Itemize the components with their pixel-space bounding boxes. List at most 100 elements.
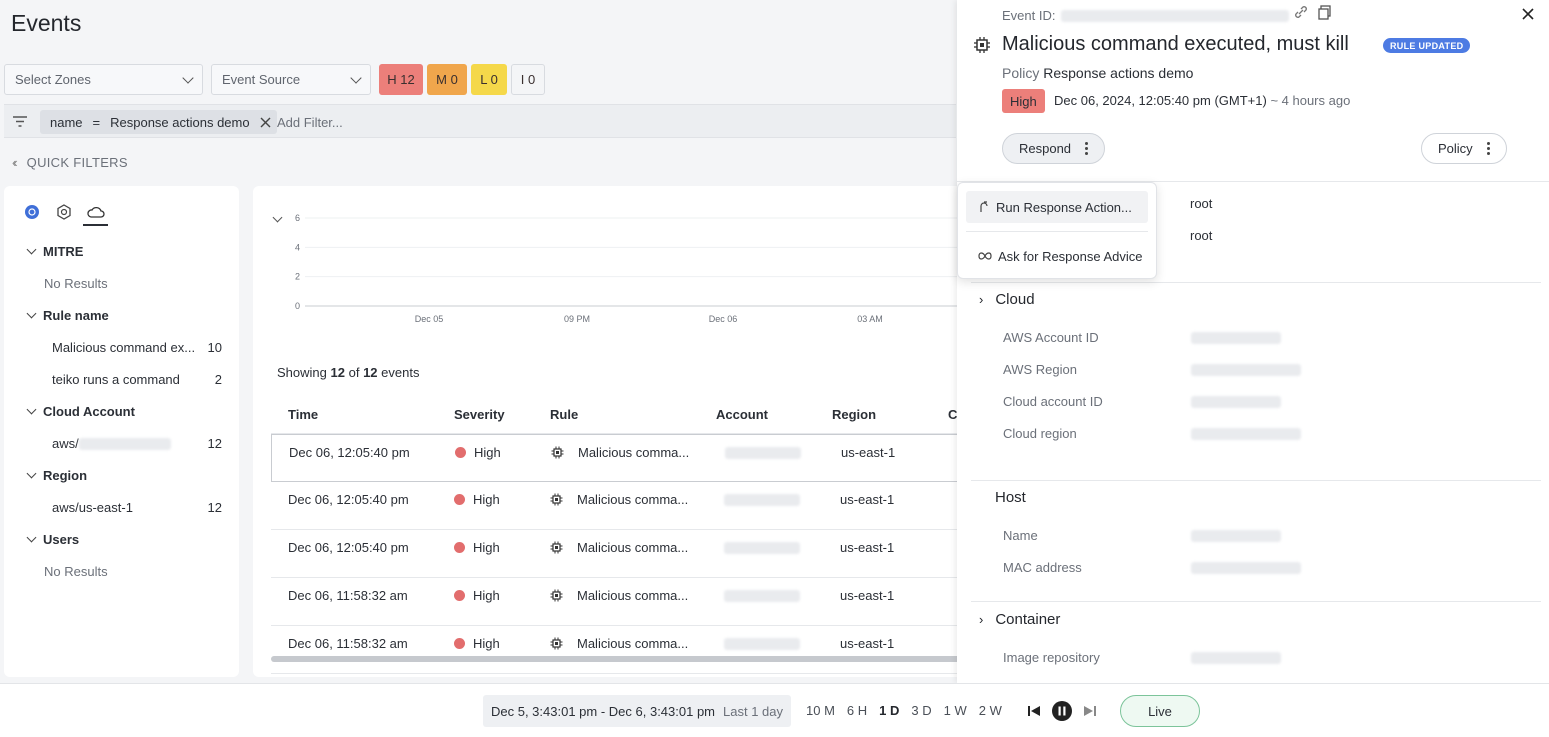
quick-range-button[interactable]: 10 M <box>806 703 835 718</box>
column-region[interactable]: Region <box>832 407 876 422</box>
quick-filter-item[interactable]: teiko runs a command 2 <box>52 372 222 387</box>
region-section-header[interactable]: Region <box>26 468 88 483</box>
table-row[interactable]: Dec 06, 12:05:40 pm High Malicious comma… <box>271 530 973 578</box>
severity-badge: High <box>1002 89 1045 113</box>
pause-icon[interactable] <box>1052 701 1072 721</box>
host-section-header[interactable]: Host <box>995 489 1026 506</box>
cloud-section-header[interactable]: › Cloud <box>979 291 1035 308</box>
table-row[interactable]: Dec 06, 12:05:40 pm High Malicious comma… <box>271 482 973 530</box>
run-response-action-label: Run Response Action... <box>996 199 1132 215</box>
kebab-icon <box>1085 142 1089 155</box>
x-tick-label: Dec 06 <box>709 314 738 324</box>
divider <box>971 480 1541 481</box>
cell-time: Dec 06, 12:05:40 pm <box>289 445 410 460</box>
policy-button[interactable]: Policy <box>1421 133 1507 164</box>
policy-value[interactable]: Response actions demo <box>1043 65 1193 81</box>
chevron-right-icon: › <box>979 612 984 627</box>
cell-severity: High <box>455 445 501 460</box>
cell-rule: Malicious comma... <box>550 636 688 651</box>
filter-icon[interactable] <box>12 115 28 128</box>
quick-range-button[interactable]: 1 W <box>944 703 967 718</box>
respond-button[interactable]: Respond <box>1002 133 1106 164</box>
quick-range-button[interactable]: 6 H <box>847 703 867 718</box>
event-source-select[interactable]: Event Source <box>211 64 371 95</box>
cell-region: us-east-1 <box>840 492 895 507</box>
page-title: Events <box>11 10 82 36</box>
severity-dot-icon <box>454 638 465 649</box>
mitre-empty: No Results <box>44 276 108 291</box>
host-icon[interactable] <box>56 204 72 220</box>
region-title: Region <box>43 468 88 483</box>
container-section-header[interactable]: › Container <box>979 611 1060 628</box>
quick-range-button[interactable]: 2 W <box>979 703 1002 718</box>
run-response-action-item[interactable]: Run Response Action... <box>966 191 1148 223</box>
rule-name-title: Rule name <box>43 308 109 323</box>
quick-filter-item-label: aws/ <box>52 436 79 451</box>
quick-filters-toggle[interactable]: ‹‹ QUICK FILTERS <box>12 155 128 170</box>
severity-low-button[interactable]: L 0 <box>471 64 507 95</box>
detail-value-redacted <box>1191 652 1281 664</box>
users-empty: No Results <box>44 564 108 579</box>
policy-label: Policy <box>1002 65 1040 81</box>
chevron-down-icon <box>182 71 194 84</box>
kubernetes-icon[interactable] <box>24 204 40 220</box>
add-filter-input[interactable]: Add Filter... <box>277 115 343 130</box>
quick-filter-item[interactable]: Malicious command ex... 10 <box>52 340 222 355</box>
column-time[interactable]: Time <box>288 407 318 422</box>
chevron-down-icon <box>26 404 37 415</box>
event-id: Event ID: <box>1002 8 1290 23</box>
rule-name-section-header[interactable]: Rule name <box>26 308 109 323</box>
detail-key: Name <box>1003 528 1038 543</box>
column-severity[interactable]: Severity <box>454 407 505 422</box>
skip-forward-icon[interactable] <box>1083 704 1097 718</box>
divider <box>971 601 1541 602</box>
user-value: root <box>1190 196 1213 211</box>
rule-updated-badge[interactable]: RULE UPDATED <box>1383 38 1471 53</box>
detail-row: AWS Account ID <box>1003 330 1523 350</box>
column-c[interactable]: C <box>948 407 957 422</box>
cloud-account-section-header[interactable]: Cloud Account <box>26 404 135 419</box>
table-row[interactable]: Dec 06, 11:58:32 am High Malicious comma… <box>271 578 973 626</box>
link-icon[interactable] <box>1293 4 1309 20</box>
quick-filter-item-label: aws/us-east-1 <box>52 500 133 515</box>
column-rule[interactable]: Rule <box>550 407 578 422</box>
detail-row: Cloud account ID <box>1003 394 1523 414</box>
horizontal-scrollbar[interactable] <box>271 656 973 662</box>
quick-filter-item[interactable]: aws/us-east-1 12 <box>52 500 222 515</box>
skip-back-icon[interactable] <box>1027 704 1041 718</box>
copy-icon[interactable] <box>1317 4 1333 20</box>
close-icon[interactable] <box>260 117 271 128</box>
cell-severity: High <box>454 636 500 651</box>
column-account[interactable]: Account <box>716 407 768 422</box>
cloud-icon[interactable] <box>87 205 105 219</box>
severity-info-button[interactable]: I 0 <box>511 64 545 95</box>
cell-severity-label: High <box>473 540 500 555</box>
close-icon[interactable] <box>1522 8 1534 20</box>
y-tick-label: 4 <box>295 242 300 252</box>
table-row[interactable]: Dec 06, 11:58:32 am High Malicious comma… <box>271 626 973 674</box>
cell-time: Dec 06, 12:05:40 pm <box>288 492 409 507</box>
users-section-header[interactable]: Users <box>26 532 79 547</box>
chart-collapse-icon[interactable] <box>272 212 283 223</box>
detail-key: MAC address <box>1003 560 1082 575</box>
x-tick-label: Dec 05 <box>415 314 444 324</box>
mitre-section-header[interactable]: MITRE <box>26 244 83 259</box>
container-section-title: Container <box>995 611 1061 628</box>
quick-filter-item[interactable]: aws/ 12 <box>52 436 222 451</box>
quick-filter-item-count: 12 <box>207 436 222 451</box>
cell-account-redacted <box>724 542 800 554</box>
quick-range-button[interactable]: 3 D <box>911 703 931 718</box>
live-button[interactable]: Live <box>1120 695 1200 727</box>
quick-range-button[interactable]: 1 D <box>879 703 899 718</box>
active-tab-indicator <box>83 224 108 226</box>
time-range-picker[interactable]: Dec 5, 3:43:01 pm - Dec 6, 3:43:01 pm La… <box>483 695 792 727</box>
ask-response-advice-item[interactable]: Ask for Response Advice <box>966 240 1148 272</box>
severity-high-button[interactable]: H 12 <box>379 64 423 95</box>
cell-severity-label: High <box>474 445 501 460</box>
filter-chip[interactable]: name = Response actions demo <box>40 110 277 134</box>
events-count-suffix: events <box>381 365 420 380</box>
events-count-shown: 12 <box>330 365 345 380</box>
table-row[interactable]: Dec 06, 12:05:40 pm High Malicious comma… <box>271 434 973 482</box>
severity-medium-button[interactable]: M 0 <box>427 64 467 95</box>
zones-select[interactable]: Select Zones <box>4 64 203 95</box>
